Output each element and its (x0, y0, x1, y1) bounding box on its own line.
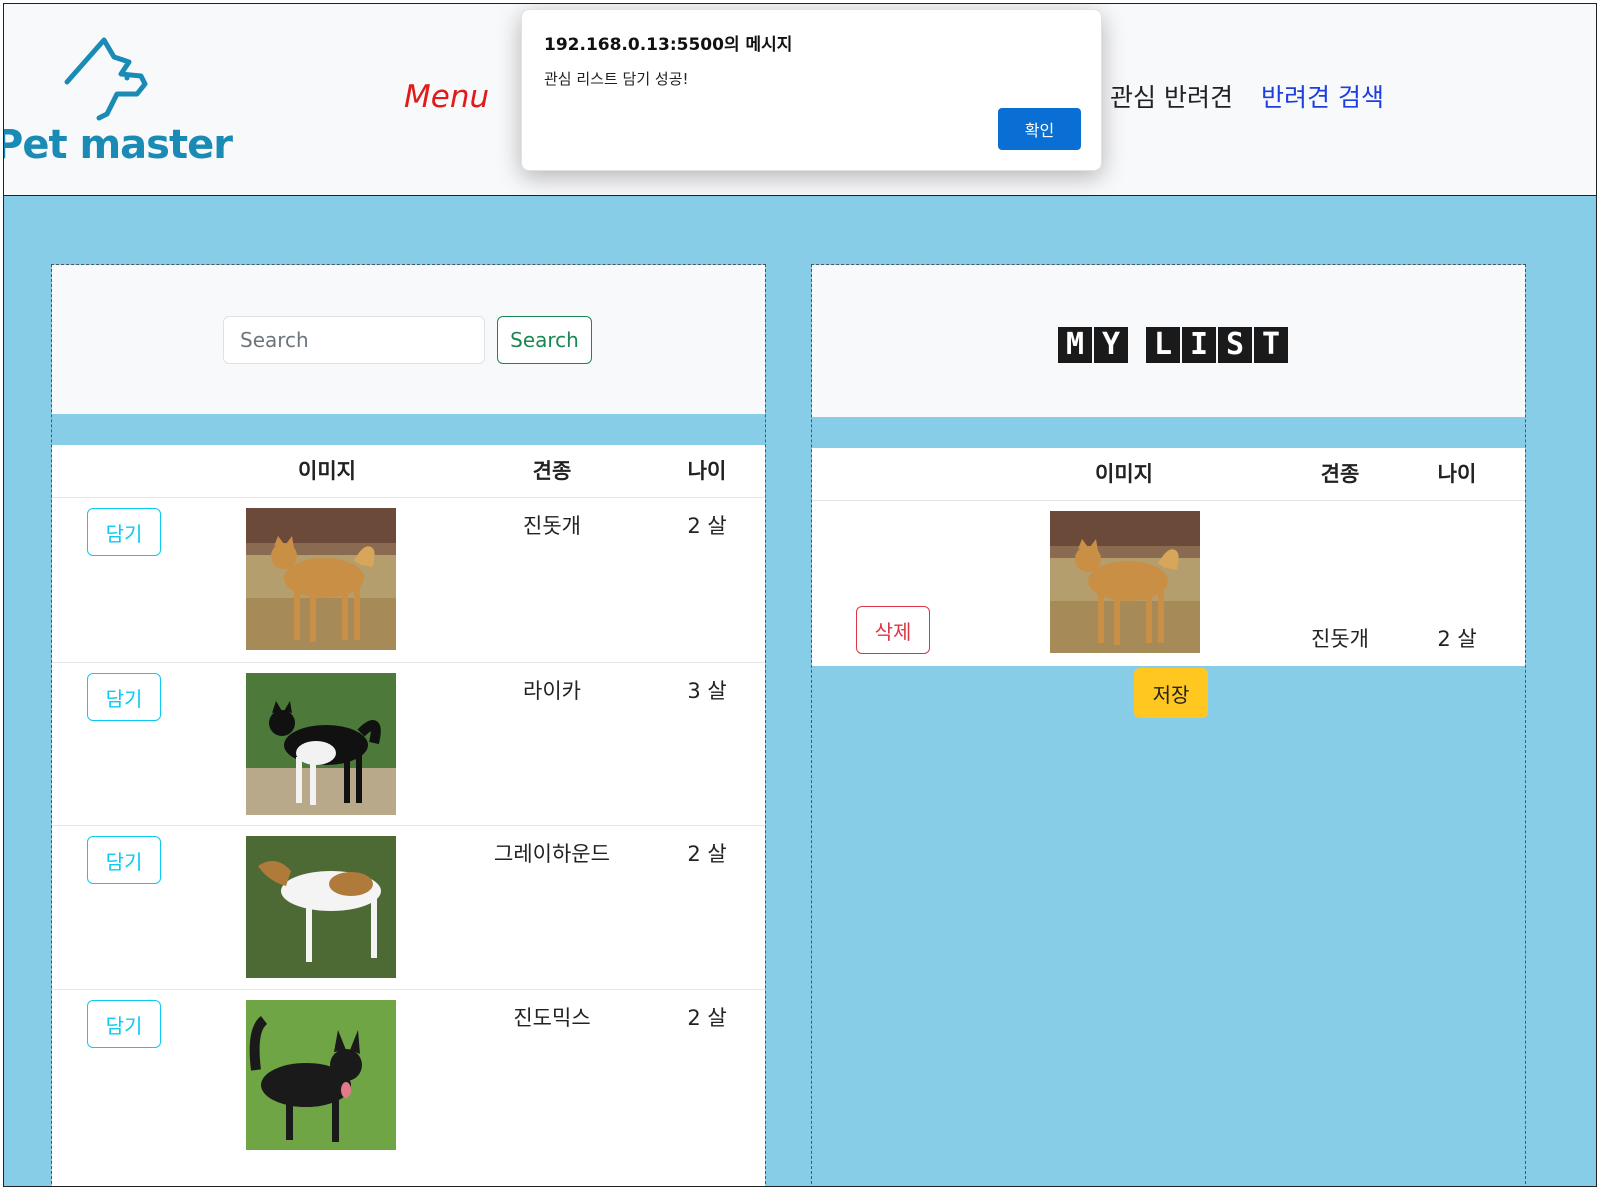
app-frame: Pet master Menu 관심 반려견 반려견 검색 Search 이미지… (3, 3, 1597, 1187)
breed-cell: 진돗개 (523, 514, 581, 538)
alert-dialog: 192.168.0.13:5500의 메시지 관심 리스트 담기 성공! 확인 (521, 9, 1102, 171)
dialog-ok-button[interactable]: 확인 (998, 108, 1081, 150)
add-to-list-button[interactable]: 담기 (87, 508, 161, 556)
my-list-title: M Y L I S T (1058, 327, 1290, 363)
greyhound-dog-image (246, 836, 396, 978)
age-cell: 2 살 (687, 514, 727, 538)
laika-dog-image (246, 673, 396, 815)
pet-table: 이미지 견종 나이 담기 진돗개 2 살 담기 라이카 3 살 담기 그레이하운… (52, 445, 765, 1186)
delete-button[interactable]: 삭제 (856, 606, 930, 654)
title-letter: I (1182, 327, 1216, 363)
breed-cell: 라이카 (523, 679, 581, 703)
my-list-table: 이미지 견종 나이 삭제 진돗개 2 살 (812, 448, 1525, 666)
col-header-breed: 견종 (532, 459, 572, 483)
col-header-age: 나이 (1437, 462, 1477, 486)
title-letter: T (1254, 327, 1288, 363)
table-row: 담기 그레이하운드 2 살 (52, 825, 765, 990)
title-letter: M (1058, 327, 1092, 363)
my-list-header: M Y L I S T (812, 265, 1525, 417)
age-cell: 2 살 (687, 1006, 727, 1030)
table-row: 담기 진도믹스 2 살 (52, 989, 765, 1186)
my-list-panel: M Y L I S T 이미지 견종 나이 삭제 진돗개 2 살 (811, 264, 1526, 1186)
search-input[interactable] (223, 316, 485, 364)
table-row: 담기 라이카 3 살 (52, 662, 765, 826)
age-cell: 2 살 (687, 842, 727, 866)
save-button[interactable]: 저장 (1134, 668, 1208, 718)
title-letter: S (1218, 327, 1252, 363)
shiba-dog-image (1050, 511, 1200, 653)
add-to-list-button[interactable]: 담기 (87, 1000, 161, 1048)
title-letter: L (1146, 327, 1180, 363)
dialog-message: 관심 리스트 담기 성공! (544, 70, 689, 88)
breed-cell: 진도믹스 (513, 1006, 591, 1030)
shiba-dog-image (246, 508, 396, 650)
col-header-image: 이미지 (298, 459, 356, 483)
col-header-age: 나이 (687, 459, 727, 483)
add-to-list-button[interactable]: 담기 (87, 673, 161, 721)
col-header-breed: 견종 (1320, 462, 1360, 486)
nav-favorite-pets[interactable]: 관심 반려견 (1110, 78, 1233, 114)
table-row: 삭제 진돗개 2 살 (812, 500, 1525, 667)
title-letter (1130, 327, 1144, 363)
breed-cell: 그레이하운드 (494, 842, 610, 866)
age-cell: 2 살 (1437, 627, 1477, 651)
nav-pet-search[interactable]: 반려견 검색 (1261, 78, 1384, 114)
jindo-mix-dog-image (246, 1000, 396, 1150)
title-letter: Y (1094, 327, 1128, 363)
age-cell: 3 살 (687, 679, 727, 703)
search-button[interactable]: Search (497, 316, 592, 364)
breed-cell: 진돗개 (1311, 627, 1369, 651)
col-header-image: 이미지 (1095, 462, 1153, 486)
table-row: 담기 진돗개 2 살 (52, 497, 765, 663)
search-panel: Search 이미지 견종 나이 담기 (51, 264, 766, 1186)
dialog-title: 192.168.0.13:5500의 메시지 (544, 35, 793, 55)
logo-text[interactable]: Pet master (4, 122, 233, 168)
add-to-list-button[interactable]: 담기 (87, 836, 161, 884)
search-bar: Search (52, 265, 765, 414)
dog-logo-icon (64, 37, 148, 121)
nav-menu[interactable]: Menu (404, 79, 489, 115)
